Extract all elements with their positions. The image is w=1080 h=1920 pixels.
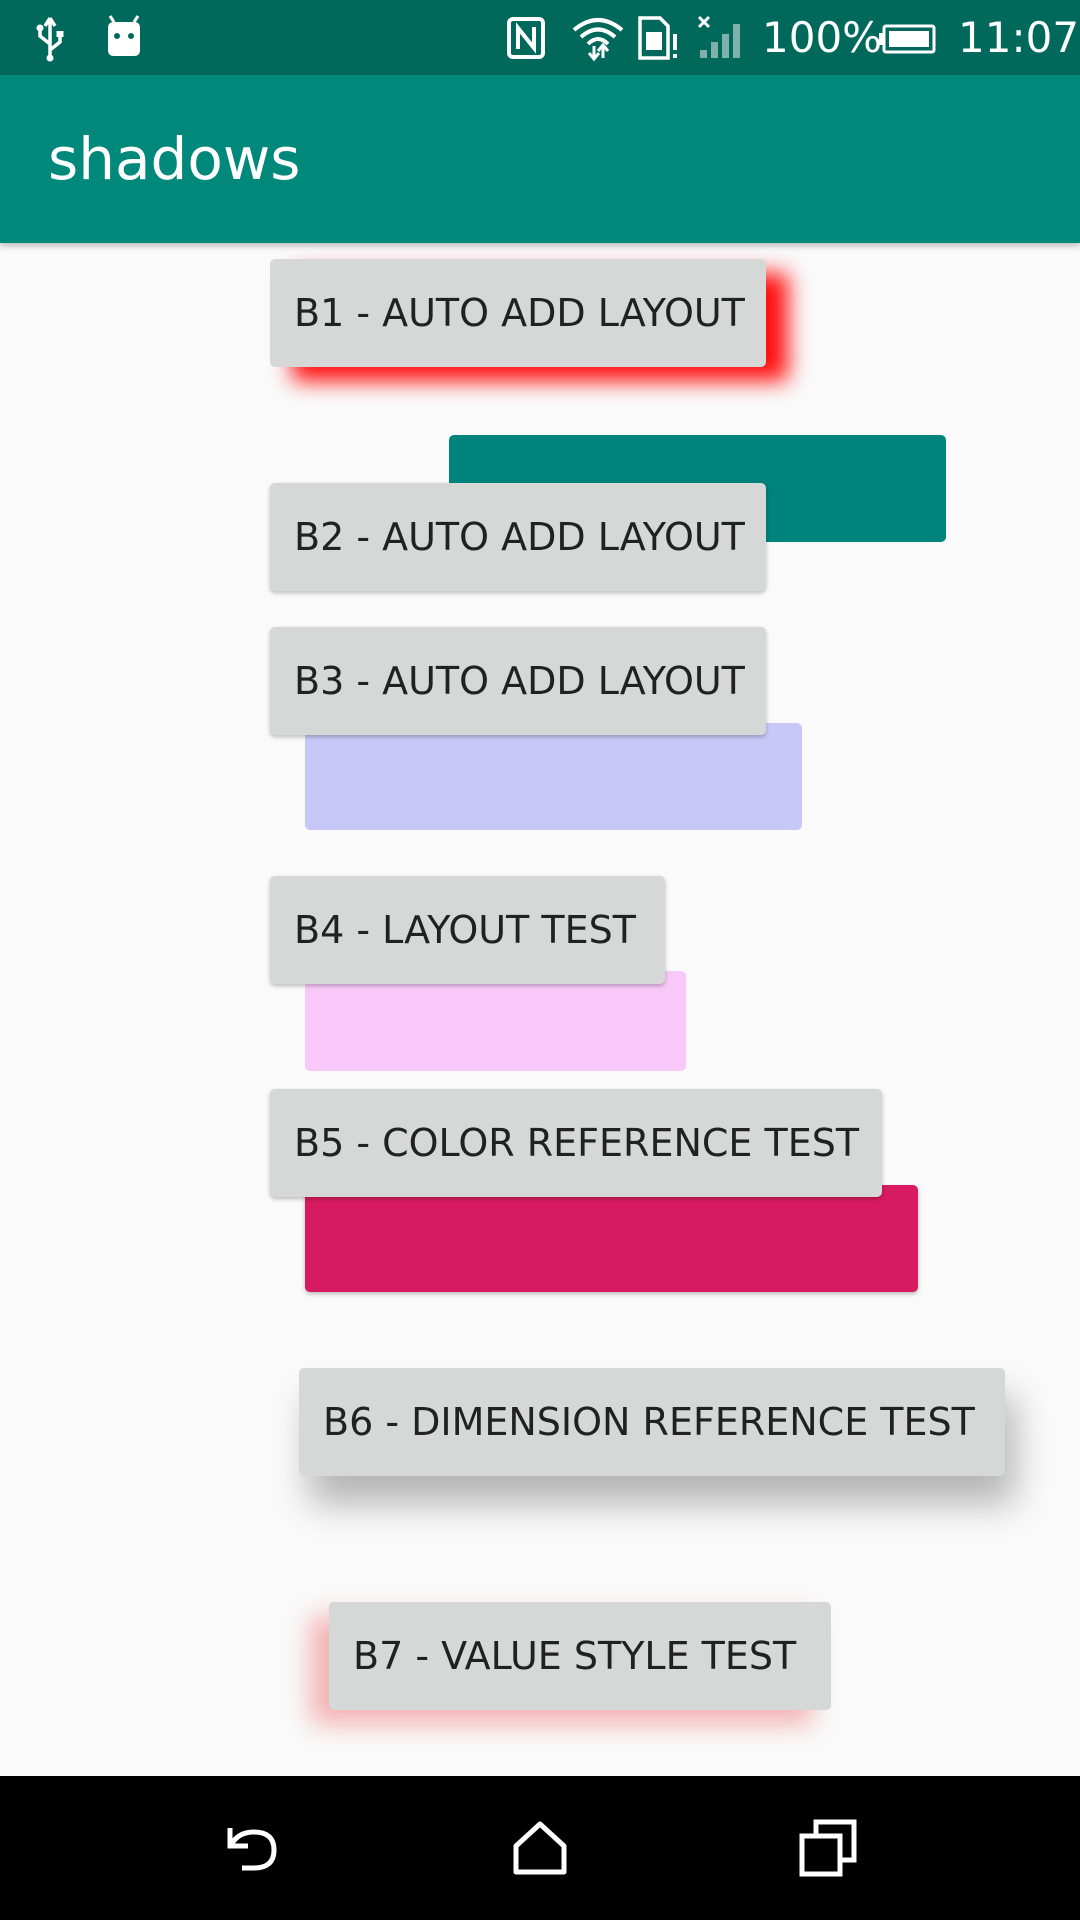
b6-dimension-reference-test-button[interactable]: B6 - DIMENSION REFERENCE TEST [299, 1368, 1005, 1476]
b4-layout-test-button[interactable]: B4 - LAYOUT TEST [270, 876, 665, 984]
home-icon[interactable] [504, 1812, 576, 1884]
back-icon[interactable] [216, 1812, 288, 1884]
signal-icon [697, 15, 740, 58]
usb-icon [36, 17, 64, 62]
app-title: shadows [48, 125, 301, 193]
b7-value-style-test-button[interactable]: B7 - VALUE STYLE TEST [329, 1602, 831, 1710]
b1-auto-add-layout-button[interactable]: B1 - AUTO ADD LAYOUT [270, 259, 766, 367]
battery-percent: 100% [762, 13, 883, 62]
recents-icon[interactable] [792, 1812, 864, 1884]
pink-block [305, 971, 686, 1071]
b5-color-reference-test-button[interactable]: B5 - COLOR REFERENCE TEST [270, 1089, 882, 1197]
status-bar: 100% 11:07 [0, 0, 1080, 75]
android-debug-icon [108, 15, 140, 56]
app-bar: shadows [0, 75, 1080, 243]
sim-alert-icon [638, 16, 677, 60]
lavender-block [305, 723, 802, 830]
wifi-icon [572, 18, 624, 62]
crimson-block [305, 1185, 918, 1292]
battery-icon [879, 24, 936, 54]
b3-auto-add-layout-button[interactable]: B3 - AUTO ADD LAYOUT [270, 627, 766, 735]
screen: 100% 11:07 shadows B1 - AUTO ADD LAYOUT … [0, 0, 1080, 1920]
nfc-icon [507, 17, 545, 59]
b2-auto-add-layout-button[interactable]: B2 - AUTO ADD LAYOUT [270, 483, 766, 591]
clock: 11:07 [958, 13, 1080, 62]
navigation-bar [0, 1776, 1080, 1920]
